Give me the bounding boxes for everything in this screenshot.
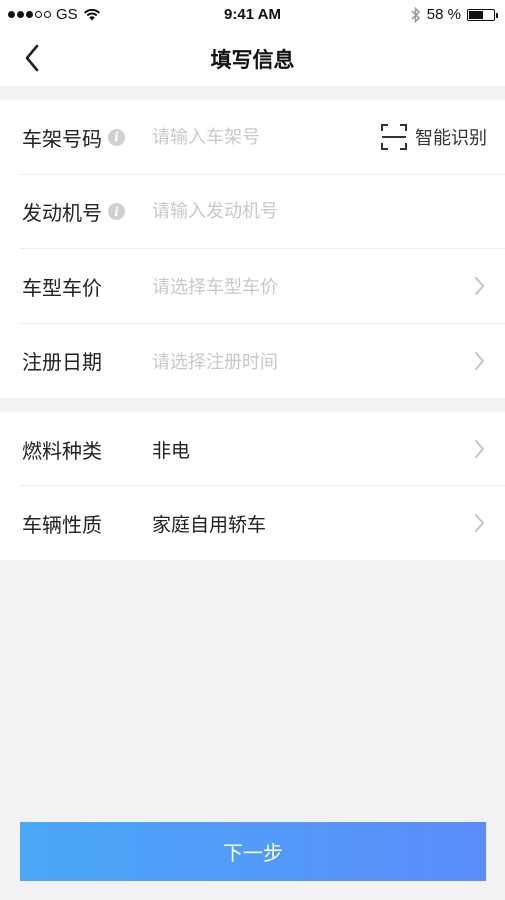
register-date-label: 注册日期 — [22, 350, 102, 375]
info-icon[interactable]: i — [108, 128, 125, 146]
chevron-right-icon — [475, 277, 484, 296]
model-price-label: 车型车价 — [22, 275, 102, 300]
model-price-row[interactable]: 车型车价 请选择车型车价 — [0, 249, 505, 324]
vin-label-text: 车架号码 — [22, 126, 102, 151]
model-price-placeholder: 请选择车型车价 — [152, 277, 278, 299]
vehicle-nature-row[interactable]: 车辆性质 家庭自用轿车 — [0, 486, 505, 560]
chevron-right-icon — [475, 351, 484, 370]
engine-label-text: 发动机号 — [22, 201, 102, 226]
bluetooth-icon — [411, 6, 420, 23]
vin-row: 车架号码 i 智能识别 — [0, 100, 505, 175]
fuel-type-row[interactable]: 燃料种类 非电 — [0, 412, 505, 486]
vin-label: 车架号码 i — [22, 123, 125, 152]
smart-scan-label: 智能识别 — [415, 128, 487, 150]
vehicle-type-section: 燃料种类 非电 车辆性质 家庭自用轿车 — [0, 412, 505, 560]
fuel-type-value: 非电 — [152, 439, 191, 462]
smart-scan-button[interactable]: 智能识别 — [381, 124, 487, 151]
page-title: 填写信息 — [210, 48, 295, 72]
vehicle-info-section: 车架号码 i 智能识别 发动机号 i 车型车价 请选择车型车价 注册日期 请选择 — [0, 100, 505, 398]
battery-icon — [467, 8, 498, 21]
register-date-placeholder: 请选择注册时间 — [152, 351, 278, 373]
vehicle-nature-label: 车辆性质 — [22, 512, 102, 537]
next-step-button[interactable]: 下一步 — [20, 822, 486, 881]
vehicle-nature-value: 家庭自用轿车 — [152, 513, 267, 536]
info-icon[interactable]: i — [108, 203, 125, 221]
status-right: 58 % — [411, 6, 498, 23]
scan-icon — [381, 124, 407, 151]
engine-input[interactable] — [152, 201, 362, 223]
battery-percent: 58 % — [426, 6, 461, 23]
engine-label: 发动机号 i — [22, 197, 125, 226]
vin-input[interactable] — [152, 126, 362, 148]
chevron-right-icon — [475, 514, 484, 532]
engine-row: 发动机号 i — [0, 175, 505, 249]
nav-bar: 填写信息 — [0, 30, 505, 86]
status-bar: GS 9:41 AM 58 % — [0, 0, 505, 30]
register-date-row[interactable]: 注册日期 请选择注册时间 — [0, 324, 505, 399]
chevron-right-icon — [475, 440, 484, 458]
fuel-type-label: 燃料种类 — [22, 438, 102, 463]
